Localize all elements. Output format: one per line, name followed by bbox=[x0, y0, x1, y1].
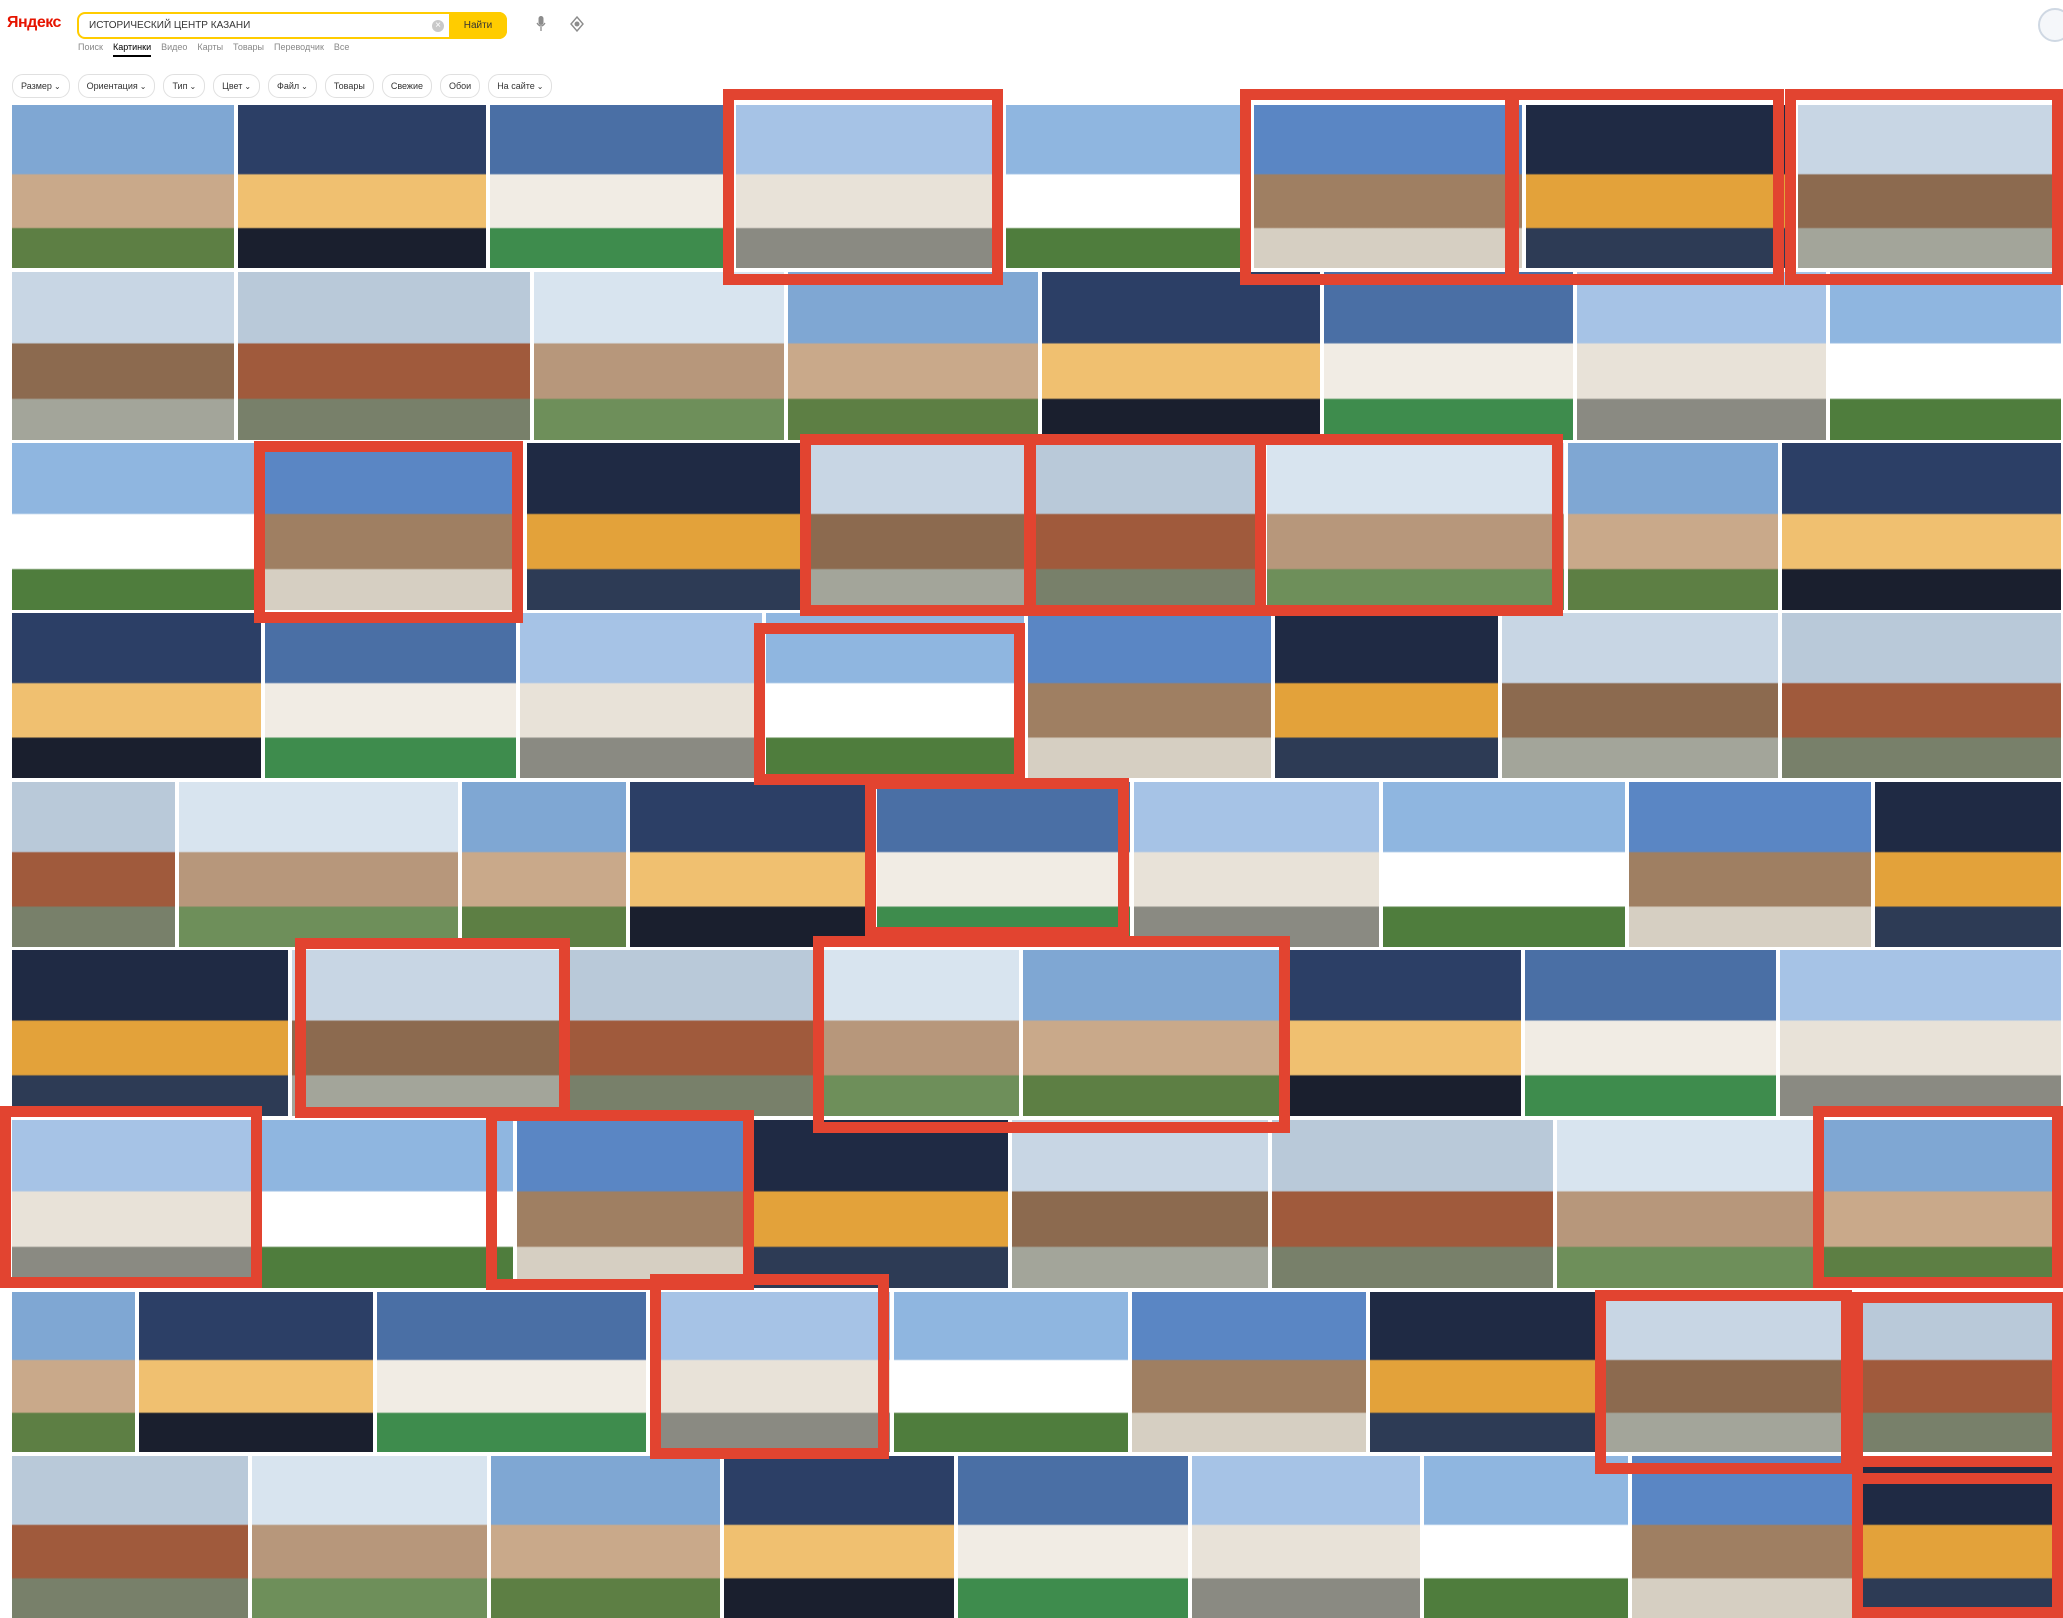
image-thumbnail[interactable] bbox=[1525, 950, 1776, 1116]
image-thumbnail[interactable] bbox=[1854, 1292, 2061, 1452]
image-thumbnail[interactable] bbox=[806, 443, 1032, 610]
image-thumbnail[interactable] bbox=[1284, 950, 1521, 1116]
image-thumbnail[interactable] bbox=[12, 105, 234, 268]
image-thumbnail[interactable] bbox=[1798, 105, 2061, 268]
image-thumbnail[interactable] bbox=[894, 1292, 1128, 1452]
image-thumbnail[interactable] bbox=[1629, 782, 1871, 947]
image-thumbnail[interactable] bbox=[377, 1292, 646, 1452]
image-thumbnail[interactable] bbox=[12, 782, 175, 947]
image-thumbnail[interactable] bbox=[1023, 950, 1280, 1116]
image-thumbnail[interactable] bbox=[12, 1456, 248, 1618]
image-thumbnail[interactable] bbox=[179, 782, 458, 947]
image-thumbnail[interactable] bbox=[1272, 1120, 1553, 1288]
image-thumbnail[interactable] bbox=[12, 1292, 135, 1452]
image-thumbnail[interactable] bbox=[534, 272, 784, 440]
image-thumbnail[interactable] bbox=[788, 272, 1038, 440]
image-thumbnail[interactable] bbox=[1012, 1120, 1268, 1288]
image-thumbnail[interactable] bbox=[238, 272, 530, 440]
image-thumbnail[interactable] bbox=[1028, 613, 1271, 778]
image-thumbnail[interactable] bbox=[1042, 272, 1320, 440]
image-thumbnail[interactable] bbox=[1370, 1292, 1595, 1452]
image-thumbnail[interactable] bbox=[1267, 443, 1564, 610]
image-thumbnail[interactable] bbox=[1424, 1456, 1628, 1618]
image-thumbnail[interactable] bbox=[12, 1120, 253, 1288]
image-thumbnail[interactable] bbox=[1577, 272, 1826, 440]
image-thumbnail[interactable] bbox=[265, 613, 516, 778]
image-thumbnail[interactable] bbox=[257, 1120, 513, 1288]
image-thumbnail[interactable] bbox=[1782, 443, 2061, 610]
image-thumbnail[interactable] bbox=[527, 443, 802, 610]
image-thumbnail[interactable] bbox=[1780, 950, 2061, 1116]
image-thumbnail[interactable] bbox=[12, 950, 288, 1116]
image-thumbnail[interactable] bbox=[491, 1456, 720, 1618]
image-thumbnail[interactable] bbox=[139, 1292, 373, 1452]
image-thumbnail[interactable] bbox=[1502, 613, 1778, 778]
image-thumbnail[interactable] bbox=[252, 1456, 487, 1618]
image-thumbnail[interactable] bbox=[1859, 1456, 2061, 1618]
image-thumbnail[interactable] bbox=[1820, 1120, 2061, 1288]
image-thumbnail[interactable] bbox=[12, 443, 256, 610]
image-thumbnail[interactable] bbox=[12, 613, 261, 778]
image-thumbnail[interactable] bbox=[260, 443, 523, 610]
image-thumbnail[interactable] bbox=[238, 105, 486, 268]
image-thumbnail[interactable] bbox=[1383, 782, 1625, 947]
image-thumbnail[interactable] bbox=[570, 950, 819, 1116]
image-thumbnail[interactable] bbox=[1006, 105, 1250, 268]
image-thumbnail[interactable] bbox=[724, 1456, 954, 1618]
image-thumbnail[interactable] bbox=[958, 1456, 1188, 1618]
image-thumbnail[interactable] bbox=[1132, 1292, 1366, 1452]
image-thumbnail[interactable] bbox=[1599, 1292, 1850, 1452]
image-thumbnail[interactable] bbox=[1526, 105, 1794, 268]
image-thumbnail[interactable] bbox=[736, 105, 1002, 268]
image-thumbnail[interactable] bbox=[1782, 613, 2061, 778]
image-thumbnail[interactable] bbox=[1875, 782, 2061, 947]
image-thumbnail[interactable] bbox=[520, 613, 762, 778]
image-thumbnail[interactable] bbox=[12, 272, 234, 440]
image-thumbnail[interactable] bbox=[650, 1292, 890, 1452]
image-thumbnail[interactable] bbox=[490, 105, 732, 268]
image-thumbnail[interactable] bbox=[1568, 443, 1778, 610]
image-thumbnail[interactable] bbox=[766, 613, 1024, 778]
image-thumbnail[interactable] bbox=[1192, 1456, 1420, 1618]
image-thumbnail[interactable] bbox=[1036, 443, 1263, 610]
image-thumbnail[interactable] bbox=[1324, 272, 1573, 440]
image-thumbnail[interactable] bbox=[1557, 1120, 1816, 1288]
image-thumbnail[interactable] bbox=[462, 782, 626, 947]
image-results-grid bbox=[0, 0, 2063, 1618]
image-thumbnail[interactable] bbox=[630, 782, 873, 947]
image-thumbnail[interactable] bbox=[517, 1120, 743, 1288]
image-thumbnail[interactable] bbox=[747, 1120, 1008, 1288]
image-thumbnail[interactable] bbox=[1134, 782, 1379, 947]
image-thumbnail[interactable] bbox=[1275, 613, 1498, 778]
image-thumbnail[interactable] bbox=[1254, 105, 1522, 268]
image-thumbnail[interactable] bbox=[823, 950, 1019, 1116]
image-thumbnail[interactable] bbox=[1632, 1456, 1855, 1618]
image-thumbnail[interactable] bbox=[1830, 272, 2061, 440]
image-thumbnail[interactable] bbox=[292, 950, 566, 1116]
image-thumbnail[interactable] bbox=[877, 782, 1130, 947]
